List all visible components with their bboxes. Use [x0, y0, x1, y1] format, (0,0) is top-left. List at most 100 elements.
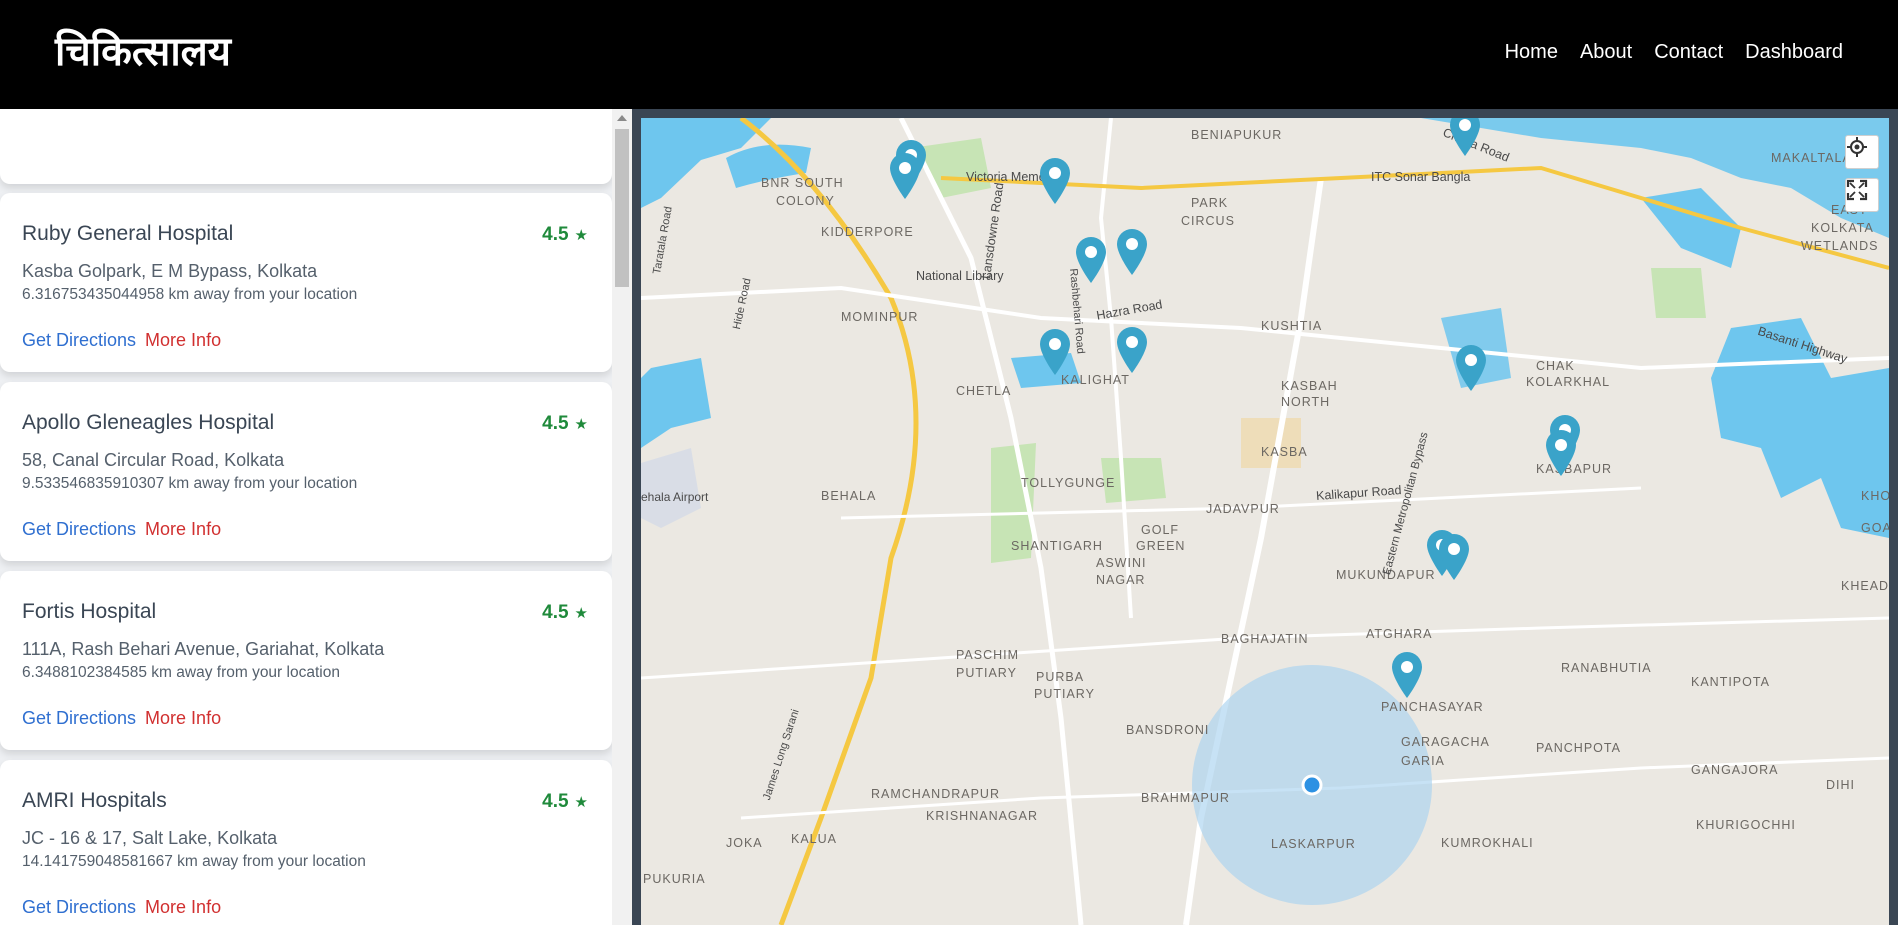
hospital-card: Fortis Hospital 4.5 ★ 111A, Rash Behari A… — [0, 571, 612, 750]
scroll-up-arrow-icon[interactable] — [617, 115, 627, 121]
area-label: DIHI — [1826, 778, 1855, 792]
hospital-marker-icon[interactable] — [1436, 532, 1472, 582]
area-label: KOLARKHAL — [1526, 375, 1611, 389]
area-label: KOLKATA — [1811, 221, 1874, 235]
hospital-links: Get Directions More Info — [22, 708, 221, 729]
hospital-card: AMRI Hospitals 4.5 ★ JC - 16 & 17, Salt L… — [0, 760, 612, 925]
area-label: BEHALA — [821, 489, 877, 503]
area-label: JOKA — [726, 836, 763, 850]
map-container: BENIAPUKUR MAKALTALA BNR SOUTH COLONY KI… — [632, 109, 1898, 925]
main-nav: Home About Contact Dashboard — [1505, 38, 1843, 66]
area-label: KASBA — [1261, 445, 1308, 459]
more-info-link[interactable]: More Info — [145, 708, 221, 729]
hospital-distance: 6.3488102384585 km away from your locati… — [22, 664, 340, 681]
more-info-link[interactable]: More Info — [145, 330, 221, 351]
brand-logo[interactable]: चिकित्सालय — [55, 22, 231, 82]
area-label: GANGAJORA — [1691, 763, 1779, 777]
hospital-marker-icon[interactable] — [1114, 325, 1150, 375]
hospital-name: AMRI Hospitals — [22, 789, 167, 812]
get-directions-link[interactable]: Get Directions — [22, 708, 136, 729]
locate-me-button[interactable] — [1845, 135, 1879, 169]
area-label: PANCHPOTA — [1536, 741, 1621, 755]
area-label: GARAGACHA — [1401, 735, 1490, 749]
hospital-rating: 4.5 ★ — [542, 413, 588, 435]
star-icon: ★ — [574, 605, 588, 622]
area-label: PUKURIA — [643, 872, 706, 886]
hospital-name: Apollo Gleneagles Hospital — [22, 411, 275, 434]
hospital-marker-icon[interactable] — [1543, 428, 1579, 478]
hospital-rating: 4.5 ★ — [542, 224, 588, 246]
area-label: KIDDERPORE — [821, 225, 914, 239]
map-base-layer — [641, 118, 1889, 925]
hospital-marker-icon[interactable] — [1037, 156, 1073, 206]
area-label: GREEN — [1136, 539, 1186, 553]
hospital-address: Kasba Golpark, E M Bypass, Kolkata — [22, 261, 318, 281]
sidebar-scrollbar[interactable] — [612, 109, 632, 925]
expand-icon — [1846, 179, 1868, 201]
area-label: CIRCUS — [1181, 214, 1235, 228]
more-info-link[interactable]: More Info — [145, 519, 221, 540]
hospital-marker-icon[interactable] — [1037, 327, 1073, 377]
area-label: KRISHNANAGAR — [926, 809, 1039, 823]
hospital-rating: 4.5 ★ — [542, 602, 588, 624]
get-directions-link[interactable]: Get Directions — [22, 330, 136, 351]
area-label: RAMCHANDRAPUR — [871, 787, 1000, 801]
area-label: CHAK — [1536, 359, 1575, 373]
area-label: WETLANDS — [1801, 239, 1879, 253]
hospital-marker-icon[interactable] — [1073, 235, 1109, 285]
star-icon: ★ — [574, 416, 588, 433]
area-label: BNR SOUTH — [761, 176, 844, 190]
area-label: PUTIARY — [956, 666, 1017, 680]
hospital-rating: 4.5 ★ — [542, 791, 588, 813]
area-label: KHEADA — [1841, 579, 1889, 593]
nav-home[interactable]: Home — [1505, 38, 1558, 66]
area-label: PURBA — [1036, 670, 1085, 684]
hospital-marker-icon[interactable] — [1389, 650, 1425, 700]
search-card — [0, 109, 612, 184]
more-info-link[interactable]: More Info — [145, 897, 221, 918]
map-canvas[interactable]: BENIAPUKUR MAKALTALA BNR SOUTH COLONY KI… — [641, 118, 1889, 925]
area-label: BAGHAJATIN — [1221, 632, 1309, 646]
poi-label: ITC Sonar Bangla — [1371, 170, 1471, 184]
area-label: JADAVPUR — [1206, 502, 1280, 516]
hospital-distance: 9.533546835910307 km away from your loca… — [22, 475, 358, 492]
area-label: BANSDRONI — [1126, 723, 1210, 737]
get-directions-link[interactable]: Get Directions — [22, 519, 136, 540]
hospital-distance: 6.316753435044958 km away from your loca… — [22, 286, 358, 303]
area-label: PANCHASAYAR — [1381, 700, 1484, 714]
hospital-list[interactable]: Ruby General Hospital 4.5 ★ Kasba Golpark… — [0, 109, 612, 925]
star-icon: ★ — [574, 794, 588, 811]
area-label: CHETLA — [956, 384, 1012, 398]
scroll-thumb[interactable] — [615, 129, 629, 287]
nav-about[interactable]: About — [1580, 38, 1632, 66]
hospital-name: Ruby General Hospital — [22, 222, 234, 245]
nav-contact[interactable]: Contact — [1654, 38, 1723, 66]
area-label: KUMROKHALI — [1441, 836, 1534, 850]
star-icon: ★ — [574, 227, 588, 244]
hospital-marker-icon[interactable] — [1114, 227, 1150, 277]
area-label: PARK — [1191, 196, 1229, 210]
area-label: SHANTIGARH — [1011, 539, 1103, 553]
area-label: ATGHARA — [1366, 627, 1433, 641]
hospital-address: JC - 16 & 17, Salt Lake, Kolkata — [22, 828, 278, 848]
hospital-address: 58, Canal Circular Road, Kolkata — [22, 450, 285, 470]
area-label: KANTIPOTA — [1691, 675, 1770, 689]
area-label: KALUA — [791, 832, 837, 846]
hospital-marker-icon[interactable] — [1453, 343, 1489, 393]
area-label: RANABHUTIA — [1561, 661, 1652, 675]
hospital-sidebar: Ruby General Hospital 4.5 ★ Kasba Golpark… — [0, 109, 632, 925]
area-label: KASBAH — [1281, 379, 1338, 393]
hospital-marker-icon[interactable] — [1447, 118, 1483, 158]
area-label: PASCHIM — [956, 648, 1020, 662]
hospital-address: 111A, Rash Behari Avenue, Gariahat, Kolk… — [22, 639, 385, 659]
top-navbar: चिकित्सालय Home About Contact Dashboard — [0, 0, 1898, 109]
nav-dashboard[interactable]: Dashboard — [1745, 38, 1843, 66]
fullscreen-button[interactable] — [1845, 178, 1879, 212]
get-directions-link[interactable]: Get Directions — [22, 897, 136, 918]
poi-label: ehala Airport — [641, 490, 709, 504]
hospital-card: Ruby General Hospital 4.5 ★ Kasba Golpark… — [0, 193, 612, 372]
area-label: COLONY — [776, 194, 835, 208]
hospital-marker-icon[interactable] — [887, 151, 923, 201]
area-label: ASWINI — [1096, 556, 1147, 570]
area-label: BRAHMAPUR — [1141, 791, 1230, 805]
